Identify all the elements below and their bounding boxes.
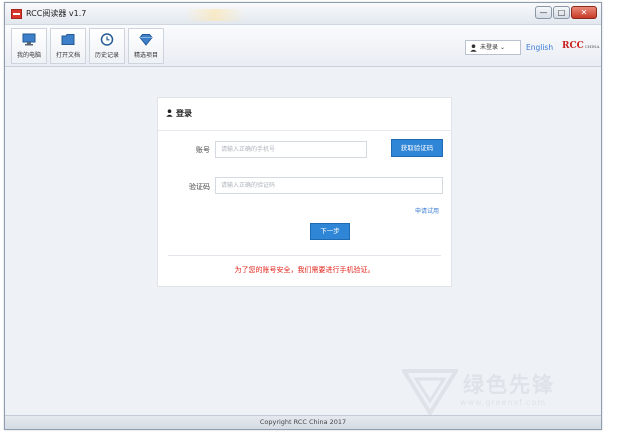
maximize-button[interactable]: □ [553, 6, 570, 19]
toolbar-my-computer[interactable]: 我的电脑 [11, 28, 47, 64]
verification-code-label: 验证码 [189, 183, 210, 191]
toolbar-label: 精选项目 [133, 52, 158, 59]
title-glare [185, 9, 245, 21]
login-panel-header: 登录 [158, 98, 451, 131]
computer-icon [22, 33, 36, 46]
security-notice: 为了您的账号安全，我们需要进行手机验证。 [234, 266, 375, 274]
language-switch-link[interactable]: English [526, 43, 553, 52]
get-verification-code-button[interactable]: 获取验证码 [391, 139, 443, 157]
watermark-logo-icon [402, 369, 458, 415]
window-controls: — □ ✕ [535, 6, 597, 19]
toolbar-label: 我的电脑 [16, 52, 41, 59]
toolbar-open-document[interactable]: 打开文档 [50, 28, 86, 64]
minimize-button[interactable]: — [535, 6, 552, 19]
watermark-text: 绿色先锋 [463, 373, 555, 397]
clock-icon [100, 33, 114, 46]
copyright-text: Copyright RCC China 2017 [259, 418, 347, 426]
user-icon [166, 109, 173, 117]
user-login-dropdown[interactable]: 未登录 ⌄ [465, 40, 521, 55]
app-logo-icon [11, 9, 22, 19]
toolbar-label: 历史记录 [94, 52, 119, 59]
title-bar: RCC阅读器 v1.7 — □ ✕ [5, 3, 601, 25]
toolbar: 我的电脑 打开文档 历史记录 精选项目 未登录 ⌄ English RCCCHI… [5, 25, 601, 67]
next-step-button[interactable]: 下一步 [310, 223, 350, 240]
close-button[interactable]: ✕ [571, 6, 597, 19]
brand-subtext: CHINA [584, 44, 600, 49]
verification-code-input[interactable]: 请输入正确的验证码 [215, 177, 443, 194]
toolbar-history[interactable]: 历史记录 [89, 28, 125, 64]
watermark: 绿色先锋 www.greenxf.com [400, 365, 605, 420]
toolbar-featured-projects[interactable]: 精选项目 [128, 28, 164, 64]
watermark-url: www.greenxf.com [460, 398, 547, 407]
user-icon [470, 44, 477, 52]
toolbar-label: 打开文档 [55, 52, 80, 59]
brand-text: RCC [562, 41, 584, 51]
account-label: 账号 [196, 146, 210, 154]
main-content: 登录 账号 请输入正确的手机号 获取验证码 验证码 请输入正确的验证码 申请试用… [5, 68, 601, 415]
login-title: 登录 [176, 109, 192, 118]
account-input[interactable]: 请输入正确的手机号 [215, 141, 367, 158]
chevron-down-icon: ⌄ [499, 44, 505, 51]
brand-logo: RCCCHINA [562, 41, 599, 51]
divider [168, 255, 441, 256]
folder-icon [61, 34, 75, 45]
apply-trial-link[interactable]: 申请试用 [415, 206, 439, 215]
login-panel: 登录 账号 请输入正确的手机号 获取验证码 验证码 请输入正确的验证码 申请试用… [157, 97, 452, 287]
window-title: RCC阅读器 v1.7 [26, 9, 87, 18]
user-menu-label: 未登录 [480, 44, 499, 51]
diamond-icon [139, 34, 153, 46]
